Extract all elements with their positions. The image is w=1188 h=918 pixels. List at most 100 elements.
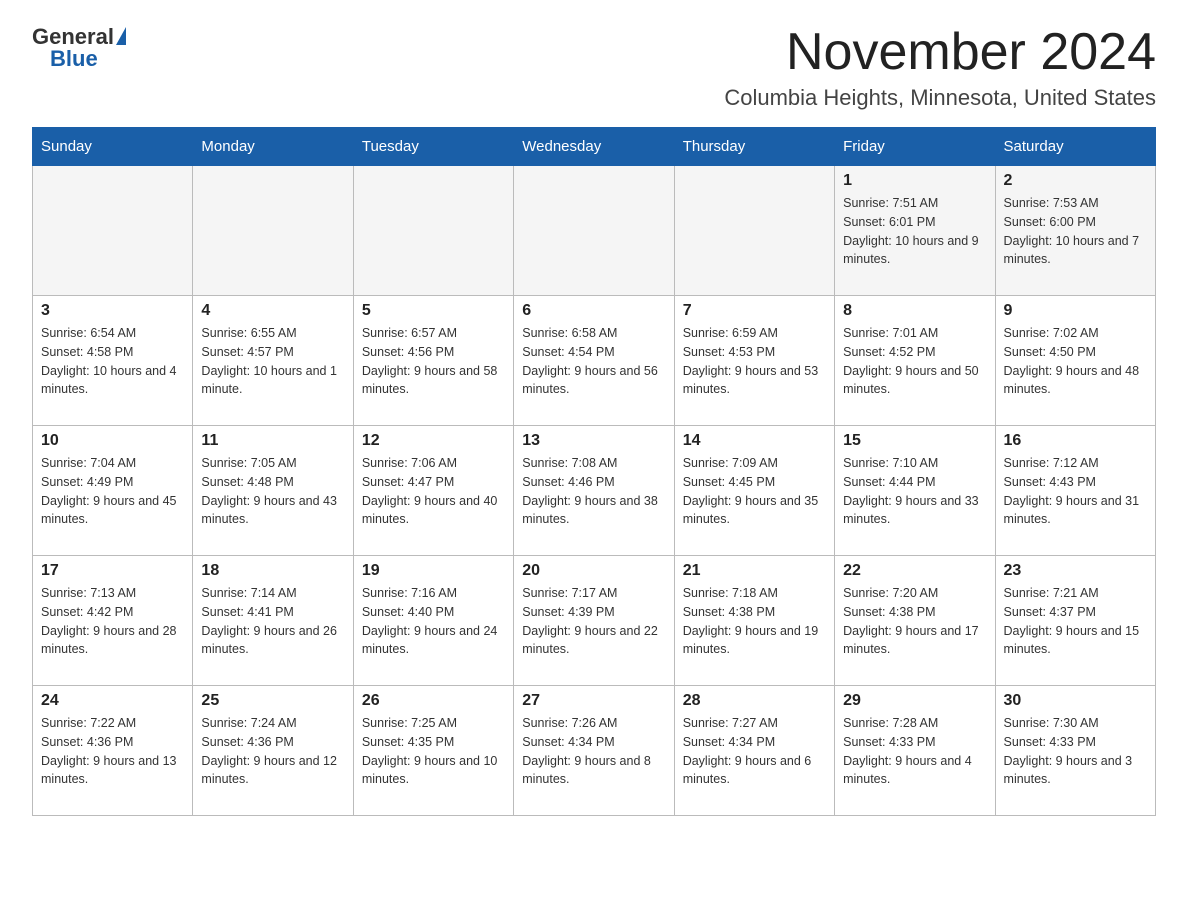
day-cell: 12 Sunrise: 7:06 AMSunset: 4:47 PMDayligh… [353, 426, 513, 556]
day-info: Sunrise: 7:24 AMSunset: 4:36 PMDaylight:… [201, 714, 344, 789]
page-subtitle: Columbia Heights, Minnesota, United Stat… [724, 85, 1156, 111]
day-cell: 14 Sunrise: 7:09 AMSunset: 4:45 PMDayligh… [674, 426, 834, 556]
day-number: 1 [843, 172, 986, 190]
day-info: Sunrise: 6:55 AMSunset: 4:57 PMDaylight:… [201, 324, 344, 399]
day-info: Sunrise: 6:54 AMSunset: 4:58 PMDaylight:… [41, 324, 184, 399]
weekday-header-monday: Monday [193, 128, 353, 166]
day-info: Sunrise: 7:30 AMSunset: 4:33 PMDaylight:… [1004, 714, 1147, 789]
day-info: Sunrise: 7:20 AMSunset: 4:38 PMDaylight:… [843, 584, 986, 659]
weekday-header-tuesday: Tuesday [353, 128, 513, 166]
day-cell [353, 166, 513, 296]
day-number: 23 [1004, 562, 1147, 580]
day-info: Sunrise: 7:14 AMSunset: 4:41 PMDaylight:… [201, 584, 344, 659]
day-cell: 27 Sunrise: 7:26 AMSunset: 4:34 PMDayligh… [514, 686, 674, 816]
day-cell: 25 Sunrise: 7:24 AMSunset: 4:36 PMDayligh… [193, 686, 353, 816]
day-cell: 26 Sunrise: 7:25 AMSunset: 4:35 PMDayligh… [353, 686, 513, 816]
day-info: Sunrise: 7:26 AMSunset: 4:34 PMDaylight:… [522, 714, 665, 789]
day-number: 7 [683, 302, 826, 320]
day-cell: 13 Sunrise: 7:08 AMSunset: 4:46 PMDayligh… [514, 426, 674, 556]
day-cell [33, 166, 193, 296]
day-number: 19 [362, 562, 505, 580]
day-info: Sunrise: 7:25 AMSunset: 4:35 PMDaylight:… [362, 714, 505, 789]
day-number: 29 [843, 692, 986, 710]
day-number: 28 [683, 692, 826, 710]
day-number: 13 [522, 432, 665, 450]
week-row-2: 3 Sunrise: 6:54 AMSunset: 4:58 PMDaylight… [33, 296, 1156, 426]
day-info: Sunrise: 7:27 AMSunset: 4:34 PMDaylight:… [683, 714, 826, 789]
day-cell: 21 Sunrise: 7:18 AMSunset: 4:38 PMDayligh… [674, 556, 834, 686]
day-info: Sunrise: 6:58 AMSunset: 4:54 PMDaylight:… [522, 324, 665, 399]
day-cell: 10 Sunrise: 7:04 AMSunset: 4:49 PMDayligh… [33, 426, 193, 556]
weekday-header-row: SundayMondayTuesdayWednesdayThursdayFrid… [33, 128, 1156, 166]
day-info: Sunrise: 7:51 AMSunset: 6:01 PMDaylight:… [843, 194, 986, 269]
day-cell: 18 Sunrise: 7:14 AMSunset: 4:41 PMDayligh… [193, 556, 353, 686]
day-info: Sunrise: 7:06 AMSunset: 4:47 PMDaylight:… [362, 454, 505, 529]
day-number: 22 [843, 562, 986, 580]
day-cell: 23 Sunrise: 7:21 AMSunset: 4:37 PMDayligh… [995, 556, 1155, 686]
day-number: 16 [1004, 432, 1147, 450]
day-cell: 2 Sunrise: 7:53 AMSunset: 6:00 PMDaylight… [995, 166, 1155, 296]
day-info: Sunrise: 7:21 AMSunset: 4:37 PMDaylight:… [1004, 584, 1147, 659]
day-info: Sunrise: 7:01 AMSunset: 4:52 PMDaylight:… [843, 324, 986, 399]
weekday-header-thursday: Thursday [674, 128, 834, 166]
day-number: 26 [362, 692, 505, 710]
day-number: 18 [201, 562, 344, 580]
day-cell: 17 Sunrise: 7:13 AMSunset: 4:42 PMDayligh… [33, 556, 193, 686]
day-number: 5 [362, 302, 505, 320]
week-row-1: 1 Sunrise: 7:51 AMSunset: 6:01 PMDaylight… [33, 166, 1156, 296]
day-cell: 28 Sunrise: 7:27 AMSunset: 4:34 PMDayligh… [674, 686, 834, 816]
day-info: Sunrise: 7:04 AMSunset: 4:49 PMDaylight:… [41, 454, 184, 529]
weekday-header-friday: Friday [835, 128, 995, 166]
day-cell: 29 Sunrise: 7:28 AMSunset: 4:33 PMDayligh… [835, 686, 995, 816]
day-number: 10 [41, 432, 184, 450]
logo-blue-text: Blue [50, 46, 98, 72]
day-cell: 19 Sunrise: 7:16 AMSunset: 4:40 PMDayligh… [353, 556, 513, 686]
day-cell: 9 Sunrise: 7:02 AMSunset: 4:50 PMDaylight… [995, 296, 1155, 426]
day-info: Sunrise: 6:57 AMSunset: 4:56 PMDaylight:… [362, 324, 505, 399]
day-number: 14 [683, 432, 826, 450]
day-cell: 8 Sunrise: 7:01 AMSunset: 4:52 PMDaylight… [835, 296, 995, 426]
day-info: Sunrise: 7:18 AMSunset: 4:38 PMDaylight:… [683, 584, 826, 659]
weekday-header-sunday: Sunday [33, 128, 193, 166]
day-info: Sunrise: 7:53 AMSunset: 6:00 PMDaylight:… [1004, 194, 1147, 269]
day-info: Sunrise: 7:22 AMSunset: 4:36 PMDaylight:… [41, 714, 184, 789]
day-number: 25 [201, 692, 344, 710]
weekday-header-saturday: Saturday [995, 128, 1155, 166]
day-number: 11 [201, 432, 344, 450]
day-number: 6 [522, 302, 665, 320]
day-info: Sunrise: 6:59 AMSunset: 4:53 PMDaylight:… [683, 324, 826, 399]
day-number: 24 [41, 692, 184, 710]
day-info: Sunrise: 7:12 AMSunset: 4:43 PMDaylight:… [1004, 454, 1147, 529]
day-info: Sunrise: 7:02 AMSunset: 4:50 PMDaylight:… [1004, 324, 1147, 399]
day-number: 15 [843, 432, 986, 450]
day-info: Sunrise: 7:17 AMSunset: 4:39 PMDaylight:… [522, 584, 665, 659]
day-number: 27 [522, 692, 665, 710]
day-number: 30 [1004, 692, 1147, 710]
day-number: 8 [843, 302, 986, 320]
day-number: 3 [41, 302, 184, 320]
day-info: Sunrise: 7:16 AMSunset: 4:40 PMDaylight:… [362, 584, 505, 659]
day-info: Sunrise: 7:09 AMSunset: 4:45 PMDaylight:… [683, 454, 826, 529]
weekday-header-wednesday: Wednesday [514, 128, 674, 166]
day-cell: 16 Sunrise: 7:12 AMSunset: 4:43 PMDayligh… [995, 426, 1155, 556]
day-info: Sunrise: 7:13 AMSunset: 4:42 PMDaylight:… [41, 584, 184, 659]
day-number: 9 [1004, 302, 1147, 320]
logo: General Blue [32, 24, 126, 72]
day-cell: 3 Sunrise: 6:54 AMSunset: 4:58 PMDaylight… [33, 296, 193, 426]
day-info: Sunrise: 7:08 AMSunset: 4:46 PMDaylight:… [522, 454, 665, 529]
day-number: 21 [683, 562, 826, 580]
title-area: November 2024 Columbia Heights, Minnesot… [724, 24, 1156, 111]
day-cell [193, 166, 353, 296]
day-number: 2 [1004, 172, 1147, 190]
day-number: 20 [522, 562, 665, 580]
calendar-table: SundayMondayTuesdayWednesdayThursdayFrid… [32, 127, 1156, 816]
day-number: 17 [41, 562, 184, 580]
day-info: Sunrise: 7:28 AMSunset: 4:33 PMDaylight:… [843, 714, 986, 789]
logo-triangle-icon [116, 27, 126, 45]
day-number: 12 [362, 432, 505, 450]
day-cell: 15Sunrise: 7:10 AMSunset: 4:44 PMDayligh… [835, 426, 995, 556]
day-cell [514, 166, 674, 296]
week-row-5: 24 Sunrise: 7:22 AMSunset: 4:36 PMDayligh… [33, 686, 1156, 816]
week-row-4: 17 Sunrise: 7:13 AMSunset: 4:42 PMDayligh… [33, 556, 1156, 686]
week-row-3: 10 Sunrise: 7:04 AMSunset: 4:49 PMDayligh… [33, 426, 1156, 556]
